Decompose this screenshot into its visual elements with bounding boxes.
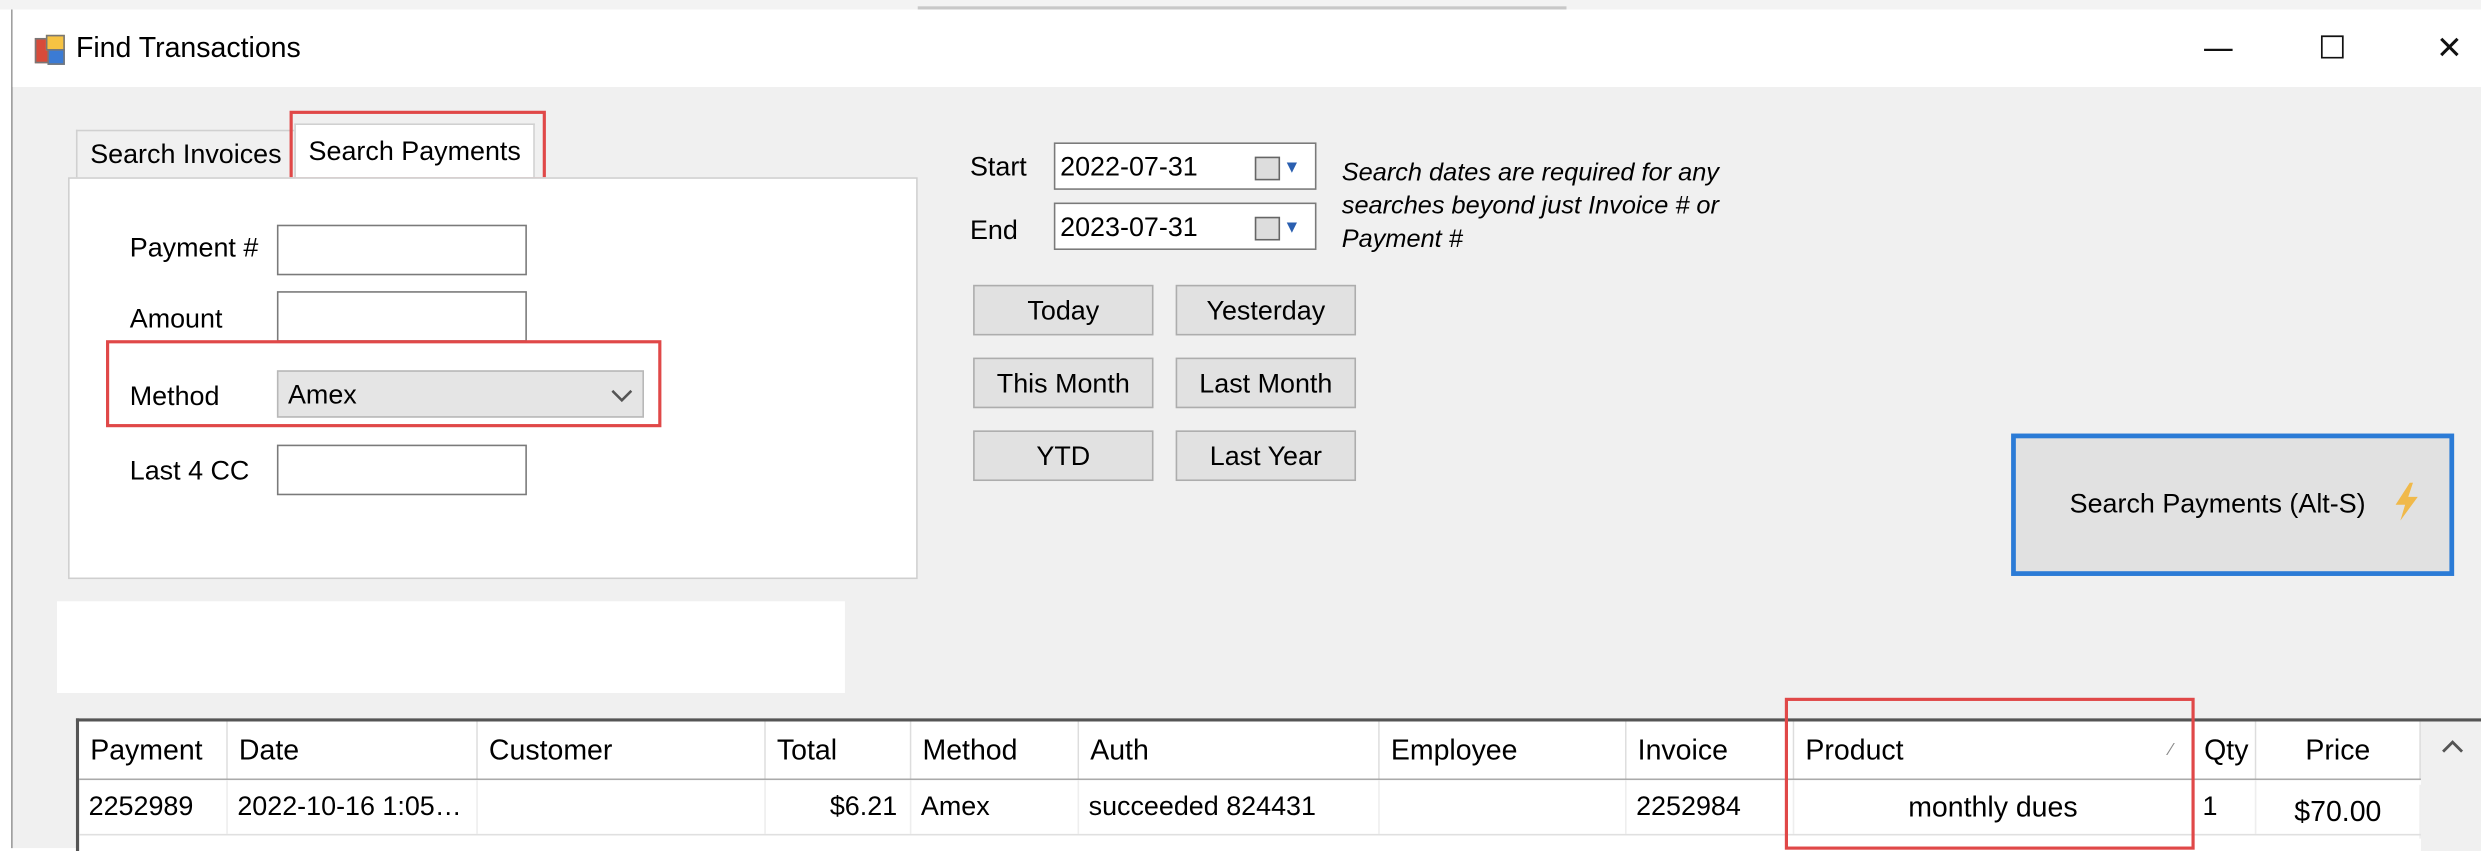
end-date-picker[interactable]: 2023-07-31 ▼	[1053, 202, 1317, 251]
column-header-auth[interactable]: Auth	[1079, 721, 1380, 779]
lightning-icon	[2395, 482, 2418, 521]
chevron-down-icon[interactable]: ▼	[1283, 144, 1305, 191]
column-header-total[interactable]: Total	[765, 721, 912, 779]
results-grid: Payment Date Customer Total Method Auth …	[75, 718, 2481, 851]
start-date-value: 2022-07-31	[1060, 151, 1198, 182]
sort-icon: ⁄	[2169, 740, 2173, 760]
cell-payment: 2252989	[79, 780, 228, 834]
cell-invoice: 2252984	[1627, 780, 1795, 834]
chevron-down-icon[interactable]: ▼	[1283, 204, 1305, 251]
scroll-up-icon[interactable]	[2440, 737, 2465, 756]
search-payments-panel: Payment # Amount Method Amex Last 4 CC	[68, 177, 918, 580]
window-title: Find Transactions	[75, 31, 301, 64]
cell-auth: succeeded 824431	[1079, 780, 1380, 834]
vertical-scrollbar[interactable]	[2420, 721, 2481, 851]
this-month-button[interactable]: This Month	[973, 357, 1154, 409]
last-year-button[interactable]: Last Year	[1175, 430, 1357, 482]
method-select-value: Amex	[287, 379, 357, 410]
search-payments-button[interactable]: Search Payments (Alt-S)	[2011, 433, 2455, 576]
tab-search-payments[interactable]: Search Payments	[294, 123, 536, 179]
cell-date: 2022-10-16 1:05…	[228, 780, 478, 834]
column-header-price[interactable]: Price	[2256, 721, 2421, 779]
end-date-label: End	[969, 215, 1018, 246]
calendar-icon[interactable]	[1254, 156, 1281, 181]
title-bar: Find Transactions — ☐ ✕	[12, 9, 2481, 88]
column-header-employee[interactable]: Employee	[1379, 721, 1627, 779]
row-divider	[79, 833, 2481, 836]
payment-number-label: Payment #	[129, 232, 259, 263]
cell-price: $70.00	[2256, 784, 2421, 839]
close-button[interactable]: ✕	[2392, 9, 2481, 87]
end-date-value: 2023-07-31	[1060, 212, 1198, 243]
ytd-button[interactable]: YTD	[973, 430, 1154, 482]
cell-product: monthly dues	[1794, 780, 2194, 834]
column-header-invoice[interactable]: Invoice	[1626, 721, 1795, 779]
status-area	[56, 601, 845, 694]
column-header-qty[interactable]: Qty	[2193, 721, 2257, 779]
find-transactions-window: Find Transactions — ☐ ✕ Search Invoices …	[11, 9, 2481, 851]
cell-total: $6.21	[766, 780, 912, 834]
last-month-button[interactable]: Last Month	[1175, 357, 1357, 409]
amount-label: Amount	[129, 303, 223, 334]
column-header-customer[interactable]: Customer	[477, 721, 766, 779]
start-date-picker[interactable]: 2022-07-31 ▼	[1053, 142, 1317, 191]
calendar-icon[interactable]	[1254, 216, 1281, 241]
cell-method: Amex	[911, 780, 1080, 834]
method-label: Method	[129, 381, 220, 412]
minimize-button[interactable]: —	[2161, 9, 2275, 87]
app-icon	[34, 34, 65, 65]
column-header-product-label: Product	[1805, 734, 1904, 766]
start-date-label: Start	[969, 151, 1027, 182]
chevron-down-icon	[611, 372, 633, 419]
method-select[interactable]: Amex	[276, 370, 644, 419]
search-payments-button-label: Search Payments (Alt-S)	[2069, 488, 2366, 519]
last4-cc-input[interactable]	[276, 444, 527, 496]
tab-search-invoices[interactable]: Search Invoices	[75, 129, 296, 179]
cell-customer	[478, 780, 766, 834]
last4-cc-label: Last 4 CC	[129, 455, 250, 486]
yesterday-button[interactable]: Yesterday	[1175, 284, 1357, 336]
column-header-payment[interactable]: Payment	[79, 721, 228, 779]
amount-input[interactable]	[276, 291, 527, 342]
cell-qty: 1	[2193, 780, 2257, 834]
cell-employee	[1380, 780, 1627, 834]
payment-number-input[interactable]	[276, 224, 527, 276]
column-header-product[interactable]: Product ⁄	[1794, 721, 2194, 779]
maximize-button[interactable]: ☐	[2275, 9, 2389, 87]
column-header-date[interactable]: Date	[227, 721, 478, 779]
column-header-method[interactable]: Method	[911, 721, 1080, 779]
date-requirement-note: Search dates are required for any search…	[1341, 159, 1719, 254]
today-button[interactable]: Today	[973, 284, 1154, 336]
